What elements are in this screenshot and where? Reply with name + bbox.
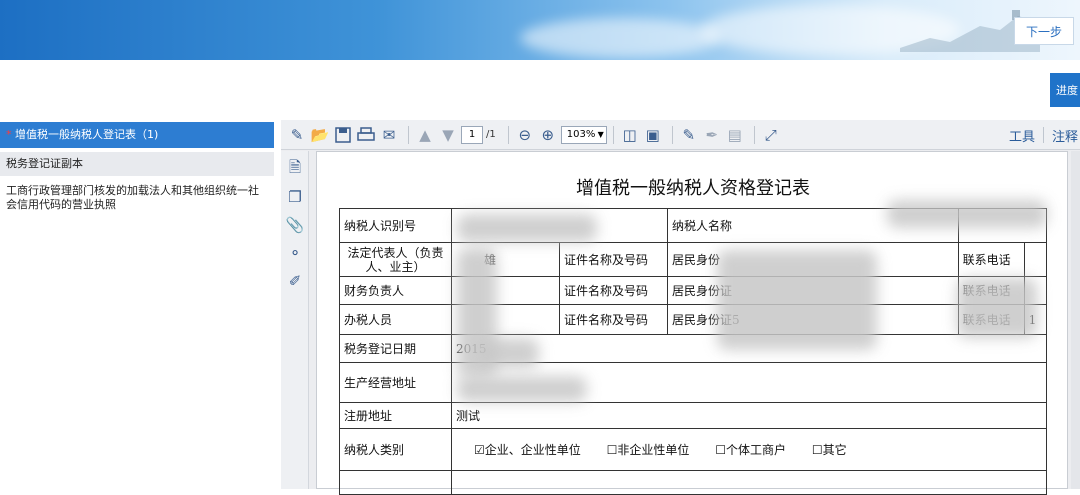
previous-page-icon[interactable]: ▲ — [415, 125, 435, 145]
signature-icon[interactable]: ✐ — [285, 271, 305, 291]
zoom-in-icon[interactable]: ⊕ — [538, 125, 558, 145]
fit-width-icon[interactable]: ▣ — [643, 125, 663, 145]
print-icon[interactable] — [356, 125, 376, 145]
required-marker: * — [6, 128, 12, 141]
pdf-viewer: ✎ 📂 ✉ ▲ ▼ 1 /1 ⊖ ⊕ 103% ▼ ◫ ▣ ✎ ✒ ▤ ⤢ 工具 — [281, 120, 1080, 495]
sidebar-item-business-license[interactable]: 工商行政管理部门核发的加载法人和其他组织统一社会信用代码的营业执照 — [0, 176, 274, 212]
type-option-enterprise[interactable]: ☑企业、企业性单位 — [474, 441, 581, 458]
attachment-icon[interactable]: 📎 — [285, 215, 305, 235]
type-option-individual[interactable]: ☐个体工商户 — [715, 441, 786, 458]
progress-button[interactable]: 进度 — [1050, 73, 1080, 107]
create-pdf-icon[interactable]: ✎ — [287, 125, 307, 145]
attachment-sidebar: * 增值税一般纳税人登记表（1) 税务登记证副本 工商行政管理部门核发的加载法人… — [0, 122, 274, 212]
vertical-scrollbar[interactable] — [1071, 151, 1080, 489]
toolbar-separator — [671, 125, 673, 144]
fullscreen-icon[interactable]: ⤢ — [761, 125, 781, 145]
edit-icon[interactable]: ✎ — [679, 125, 699, 145]
value-legal-rep-phone — [1023, 242, 1048, 277]
toolbar-right-panel: 工具 注释 — [1001, 120, 1080, 150]
toolbar-separator — [612, 125, 614, 144]
toolbar-separator — [408, 125, 409, 144]
label-biz-address: 生产经营地址 — [339, 362, 452, 403]
document-icon[interactable]: ▤ — [725, 125, 745, 145]
banner-cloud — [520, 18, 720, 58]
next-step-button[interactable]: 下一步 — [1014, 17, 1074, 45]
label-handler: 办税人员 — [339, 304, 452, 335]
search-icon[interactable]: ⚬ — [285, 243, 305, 263]
label-reg-address: 注册地址 — [339, 402, 452, 429]
sidebar-item-label: 增值税一般纳税人登记表（1) — [15, 128, 159, 141]
header-banner: 下一步 — [0, 0, 1080, 60]
save-icon[interactable] — [333, 125, 353, 145]
type-option-other[interactable]: ☐其它 — [812, 441, 847, 458]
redaction-blur — [479, 338, 539, 368]
redaction-blur — [887, 200, 1047, 228]
registration-table: 纳税人识别号 纳税人名称 法定代表人（负责人、业主） 雄 证件名称及号码 居民身… — [339, 208, 1048, 495]
taxpayer-type-options: ☑企业、企业性单位 ☐非企业性单位 ☐个体工商户 ☐其它 — [451, 428, 1047, 471]
value-reg-address: 测试 — [451, 402, 1047, 429]
label-taxpayer-type: 纳税人类别 — [339, 428, 452, 471]
tools-tab[interactable]: 工具 — [1001, 126, 1043, 145]
comment-tab[interactable]: 注释 — [1044, 126, 1080, 145]
layers-icon[interactable]: ❐ — [285, 187, 305, 207]
type-option-non-enterprise[interactable]: ☐非企业性单位 — [607, 441, 690, 458]
page-total: /1 — [486, 129, 496, 140]
sign-icon[interactable]: ✒ — [702, 125, 722, 145]
sidebar-item-tax-certificate[interactable]: 税务登记证副本 — [0, 152, 274, 176]
empty-cell — [339, 470, 452, 495]
open-file-icon[interactable]: 📂 — [310, 125, 330, 145]
pdf-page: 增值税一般纳税人资格登记表 纳税人识别号 纳税人名称 法定代表人（负责人、业主）… — [316, 151, 1068, 495]
toolbar-separator — [753, 125, 755, 144]
label-id-doc: 证件名称及号码 — [559, 242, 668, 277]
label-legal-rep: 法定代表人（负责人、业主） — [339, 242, 452, 277]
page-thumbnails-icon[interactable]: 🗎 — [285, 158, 305, 179]
document-title: 增值税一般纳税人资格登记表 — [576, 178, 810, 199]
redaction-blur — [957, 278, 1037, 338]
zoom-select[interactable]: 103% ▼ — [560, 125, 607, 144]
zoom-value: 103% — [566, 129, 596, 140]
zoom-out-icon[interactable]: ⊖ — [515, 125, 535, 145]
chevron-down-icon: ▼ — [597, 130, 604, 139]
pdf-toolbar: ✎ 📂 ✉ ▲ ▼ 1 /1 ⊖ ⊕ 103% ▼ ◫ ▣ ✎ ✒ ▤ ⤢ 工具 — [281, 120, 1080, 150]
redaction-blur — [457, 214, 597, 242]
fit-page-icon[interactable]: ◫ — [620, 125, 640, 145]
label-id-doc: 证件名称及号码 — [559, 276, 668, 305]
label-taxpayer-id: 纳税人识别号 — [339, 208, 452, 243]
email-icon[interactable]: ✉ — [379, 125, 399, 145]
pdf-left-panel: 🗎 ❐ 📎 ⚬ ✐ — [281, 151, 309, 489]
empty-cell — [451, 470, 1047, 495]
sidebar-item-registration-form[interactable]: * 增值税一般纳税人登记表（1) — [0, 122, 274, 148]
next-page-icon[interactable]: ▼ — [438, 125, 458, 145]
redaction-blur — [457, 376, 587, 402]
page-number-input[interactable]: 1 — [461, 125, 483, 144]
redaction-blur — [717, 250, 877, 350]
toolbar-separator — [507, 125, 509, 144]
label-finance-head: 财务负责人 — [339, 276, 452, 305]
label-phone: 联系电话 — [957, 242, 1025, 277]
label-id-doc: 证件名称及号码 — [559, 304, 668, 335]
label-reg-date: 税务登记日期 — [339, 334, 452, 363]
